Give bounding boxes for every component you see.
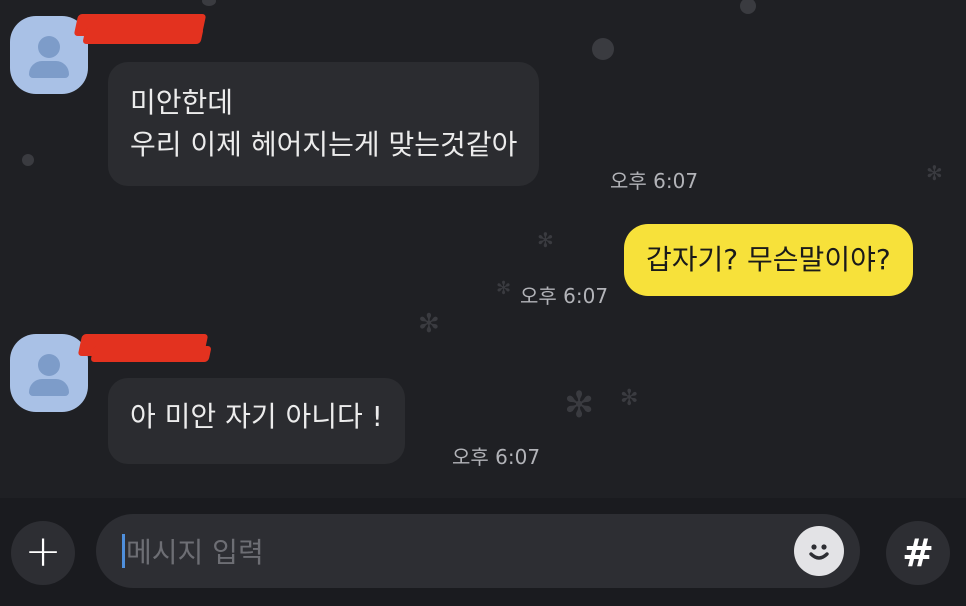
chat-area: ✻ ✻ ✻ ✻ ✻ ✻ 미안한데 우리 이제 헤어지는게 맞는것같아 오후 6:…: [0, 0, 966, 498]
avatar-shoulders: [29, 61, 69, 78]
snowflake-icon: ✻: [926, 161, 943, 185]
incoming-message-bubble[interactable]: 아 미안 자기 아니다 !: [108, 378, 405, 464]
snowflake-icon: ✻: [418, 309, 440, 339]
background-dot: [202, 0, 216, 6]
incoming-message-bubble[interactable]: 미안한데 우리 이제 헤어지는게 맞는것같아: [108, 62, 540, 186]
message-text: 갑자기? 무슨말이야?: [646, 243, 891, 276]
message-text: 아 미안 자기 아니다 !: [130, 400, 383, 433]
message-line: 우리 이제 헤어지는게 맞는것같아: [130, 128, 518, 161]
emoji-icon[interactable]: [794, 526, 844, 576]
emoji-face-icon: [809, 544, 829, 560]
avatar-shoulders: [29, 379, 69, 396]
snowflake-icon: ✻: [537, 228, 554, 252]
snowflake-icon: ✻: [496, 278, 512, 299]
message-input[interactable]: 메시지 입력: [96, 514, 860, 588]
hashtag-icon[interactable]: #: [886, 521, 950, 585]
message-timestamp: 오후 6:07: [610, 169, 699, 193]
avatar-icon[interactable]: [10, 334, 88, 412]
background-dot: [740, 0, 756, 14]
background-dot: [22, 154, 34, 166]
redacted-name: [90, 346, 212, 362]
snowflake-icon: ✻: [620, 386, 639, 411]
message-input-placeholder: 메시지 입력: [126, 536, 264, 569]
message-timestamp: 오후 6:07: [452, 445, 541, 469]
add-button-label: +: [24, 526, 62, 577]
text-caret: [122, 534, 125, 568]
avatar-head: [38, 354, 60, 376]
redacted-name: [82, 28, 204, 44]
hashtag-button-label: #: [902, 531, 934, 575]
outgoing-message-bubble[interactable]: 갑자기? 무슨말이야?: [624, 224, 913, 296]
composer-bar: + 메시지 입력 #: [0, 498, 966, 606]
message-line: 미안한데: [130, 86, 234, 119]
plus-icon[interactable]: +: [11, 521, 75, 585]
background-dot: [592, 38, 614, 60]
message-timestamp: 오후 6:07: [520, 284, 609, 308]
snowflake-icon: ✻: [564, 385, 595, 426]
avatar-head: [38, 36, 60, 58]
